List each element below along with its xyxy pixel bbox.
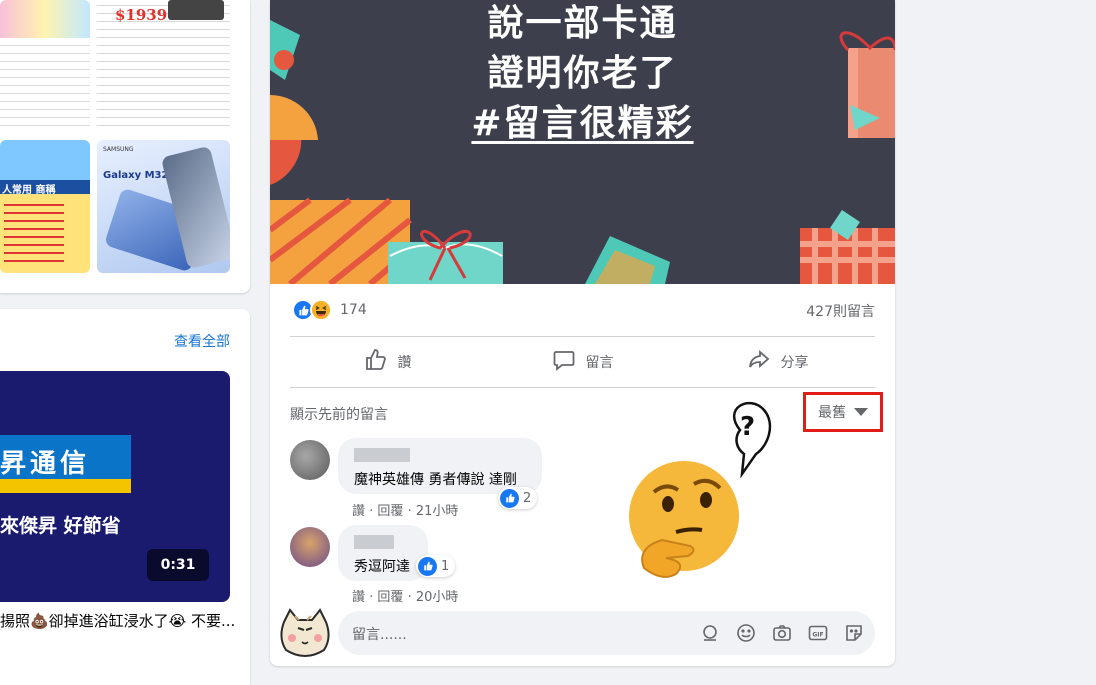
- video-duration: 0:31: [147, 549, 209, 581]
- caret-down-icon: [854, 408, 868, 416]
- divider: [290, 387, 875, 388]
- share-icon: [747, 348, 771, 376]
- post-card: 說一部卡通 證明你老了 #留言很精彩 174 427則留言 讚 留言 分享 顯示…: [270, 0, 895, 666]
- video-thumbnail[interactable]: 昇通信 來傑昇 好節省 0:31: [0, 371, 230, 602]
- video-slogan: 來傑昇 好節省: [0, 515, 121, 537]
- comment-label: 留言: [585, 355, 614, 371]
- emoji-icon[interactable]: [735, 622, 757, 644]
- promo-list: [4, 202, 64, 268]
- like-button[interactable]: 讚: [290, 338, 485, 386]
- comment-time[interactable]: 21小時: [416, 504, 459, 519]
- share-label: 分享: [780, 355, 809, 371]
- sort-label: 最舊: [818, 405, 846, 421]
- share-button[interactable]: 分享: [680, 338, 875, 386]
- post-actions: 讚 留言 分享: [290, 338, 875, 386]
- videos-card: 查看全部 昇通信 來傑昇 好節省 0:31 揚照💩卻掉進浴缸浸水了😭 不要...: [0, 309, 250, 685]
- photo-price-list-2[interactable]: $19390: [97, 0, 230, 133]
- comment-text: 魔神英雄傳 勇者傳說 達剛: [354, 472, 517, 488]
- sticker-icon[interactable]: [843, 622, 865, 644]
- comment-like-link[interactable]: 讚: [352, 590, 365, 605]
- like-reaction-icon: [500, 488, 519, 508]
- haha-reaction-icon: [310, 299, 332, 321]
- comment-input-placeholder: 留言......: [352, 627, 407, 643]
- comment-like-link[interactable]: 讚: [352, 504, 365, 519]
- avatar[interactable]: [290, 440, 330, 480]
- model-text: Galaxy M32: [103, 170, 169, 181]
- comment-sort-dropdown[interactable]: 最舊: [803, 392, 883, 432]
- comment-icon: [552, 348, 576, 376]
- comment-reply-link[interactable]: 回覆: [377, 590, 403, 605]
- comment-reaction-badge[interactable]: 2: [498, 487, 538, 509]
- composer-icons: GIF: [699, 622, 865, 644]
- photo-price-list-1[interactable]: [0, 0, 90, 133]
- svg-text:GIF: GIF: [812, 632, 823, 639]
- commenter-name-blurred[interactable]: [354, 535, 394, 549]
- reaction-summary[interactable]: 174: [292, 298, 367, 322]
- avatar-sticker-icon[interactable]: [699, 622, 721, 644]
- see-all-link[interactable]: 查看全部: [174, 331, 230, 351]
- comment-meta: 讚 · 回覆 · 21小時: [352, 504, 459, 519]
- banner-line-2: 證明你老了: [487, 53, 678, 94]
- video-band-yellow: [0, 479, 131, 493]
- comment-bubble: 秀逗阿達: [338, 525, 428, 581]
- comment-reaction-badge[interactable]: 1: [416, 555, 456, 577]
- reaction-count: 174: [340, 302, 367, 318]
- comment-text: 秀逗阿達: [354, 559, 410, 575]
- comment-count[interactable]: 427則留言: [806, 301, 875, 321]
- video-caption[interactable]: 揚照💩卻掉進浴缸浸水了😭 不要...: [0, 610, 240, 631]
- brand-text: SAMSUNG: [103, 146, 134, 153]
- video-title-text: 昇通信: [0, 449, 91, 479]
- photos-card: $19390 人常用 商稱 SAMSUNG Galaxy M32: [0, 0, 250, 293]
- thinking-emoji-sticker: ?: [622, 400, 782, 580]
- photo-promo[interactable]: 人常用 商稱: [0, 140, 90, 273]
- comment-bubble: 魔神英雄傳 勇者傳說 達剛: [338, 438, 542, 494]
- promo-text: 人常用 商稱: [2, 185, 56, 196]
- like-reaction-icon: [418, 556, 437, 576]
- comment-reply-link[interactable]: 回覆: [377, 504, 403, 519]
- comment-button[interactable]: 留言: [485, 338, 680, 386]
- commenter-name-blurred[interactable]: [354, 448, 410, 462]
- banner-line-1: 說一部卡通: [487, 3, 678, 44]
- gif-icon[interactable]: GIF: [807, 622, 829, 644]
- like-label: 讚: [397, 355, 412, 371]
- avatar[interactable]: [290, 527, 330, 567]
- question-mark: ?: [740, 412, 756, 442]
- thumbs-up-icon: [364, 348, 388, 376]
- camera-icon[interactable]: [771, 622, 793, 644]
- comment-reaction-count: 1: [441, 558, 450, 574]
- viewer-avatar[interactable]: [278, 608, 332, 658]
- comment-meta: 讚 · 回覆 · 20小時: [352, 590, 459, 605]
- phone-image: [168, 0, 224, 20]
- photo-samsung[interactable]: SAMSUNG Galaxy M32: [97, 140, 230, 273]
- banner-hashtag[interactable]: #留言很精彩: [270, 94, 895, 146]
- show-previous-comments[interactable]: 顯示先前的留言: [290, 404, 388, 424]
- comment-reaction-count: 2: [523, 490, 532, 506]
- comment-time[interactable]: 20小時: [416, 590, 459, 605]
- comment-input[interactable]: 留言...... GIF: [338, 611, 875, 655]
- post-image[interactable]: 說一部卡通 證明你老了 #留言很精彩: [270, 0, 895, 284]
- divider: [290, 336, 875, 337]
- photo-header: [0, 0, 90, 38]
